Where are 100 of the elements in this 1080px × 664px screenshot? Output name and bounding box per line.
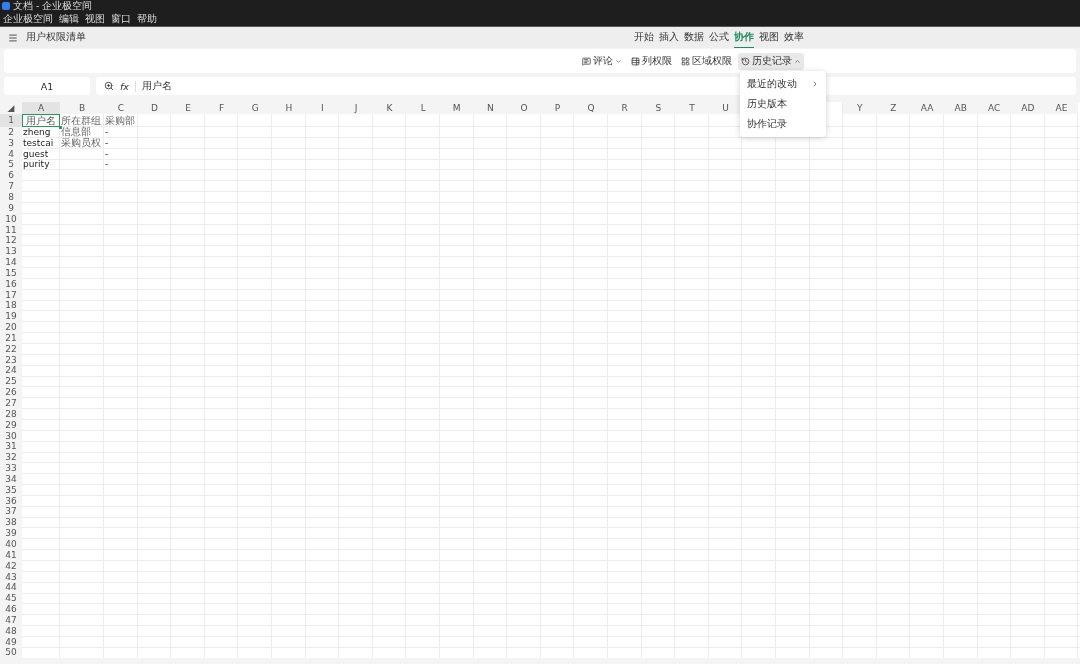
menu-item[interactable]: 视图: [85, 13, 105, 24]
column-header[interactable]: O: [507, 102, 541, 114]
column-header[interactable]: AB: [943, 102, 978, 114]
selected-cell[interactable]: 用户名: [22, 114, 60, 127]
row-header[interactable]: 46: [0, 604, 22, 615]
column-header[interactable]: F: [204, 102, 239, 114]
row-header[interactable]: 8: [0, 192, 22, 203]
column-header[interactable]: M: [439, 102, 474, 114]
column-header[interactable]: H: [271, 102, 306, 114]
row-header[interactable]: 20: [0, 322, 22, 334]
toolbar-button[interactable]: 区域权限: [678, 52, 735, 70]
row-header[interactable]: 13: [0, 246, 22, 258]
row-header[interactable]: 41: [0, 549, 22, 561]
column-header[interactable]: G: [238, 102, 272, 114]
row-header[interactable]: 35: [0, 484, 22, 496]
ribbon-tab[interactable]: 协作: [734, 27, 754, 48]
row-header[interactable]: 10: [0, 213, 22, 225]
row-header[interactable]: 22: [0, 343, 22, 355]
row-header[interactable]: 34: [0, 474, 22, 485]
row-header[interactable]: 2: [0, 127, 22, 138]
toolbar-button[interactable]: 评论: [579, 52, 625, 70]
formula-field[interactable]: 用户名: [141, 79, 172, 93]
menu-item[interactable]: 帮助: [137, 13, 157, 24]
column-header[interactable]: B: [60, 102, 104, 114]
column-header[interactable]: R: [607, 102, 642, 114]
row-header[interactable]: 3: [0, 137, 22, 149]
row-header[interactable]: 11: [0, 224, 22, 236]
cell-reference-field[interactable]: A1: [4, 77, 90, 95]
row-header[interactable]: 19: [0, 311, 22, 323]
row-header[interactable]: 45: [0, 593, 22, 605]
column-header[interactable]: I: [305, 102, 340, 114]
fill-handle[interactable]: [59, 126, 62, 129]
row-header[interactable]: 37: [0, 506, 22, 518]
row-header[interactable]: 30: [0, 430, 22, 442]
row-header[interactable]: 50: [0, 647, 22, 659]
row-header[interactable]: 1: [0, 114, 22, 127]
row-header[interactable]: 25: [0, 376, 22, 388]
function-label[interactable]: fx: [120, 80, 136, 92]
row-header[interactable]: 9: [0, 202, 22, 214]
row-header[interactable]: 39: [0, 528, 22, 540]
row-header[interactable]: 21: [0, 333, 22, 344]
row-header[interactable]: 40: [0, 539, 22, 550]
row-header[interactable]: 27: [0, 398, 22, 409]
row-header[interactable]: 36: [0, 495, 22, 507]
row-header[interactable]: 42: [0, 560, 22, 572]
row-header[interactable]: 28: [0, 408, 22, 420]
column-header[interactable]: AD: [1011, 102, 1045, 114]
zoom-icon[interactable]: [104, 81, 114, 91]
column-header[interactable]: C: [104, 102, 138, 114]
column-header[interactable]: AC: [977, 102, 1012, 114]
row-header[interactable]: 29: [0, 419, 22, 431]
row-header[interactable]: 7: [0, 181, 22, 193]
menu-item[interactable]: 编辑: [59, 13, 79, 24]
column-header[interactable]: K: [372, 102, 407, 114]
row-header[interactable]: 4: [0, 148, 22, 160]
row-header[interactable]: 16: [0, 278, 22, 290]
ribbon-tab[interactable]: 效率: [784, 27, 804, 48]
column-header[interactable]: D: [137, 102, 172, 114]
select-all-corner[interactable]: ◢: [0, 102, 22, 114]
row-header[interactable]: 14: [0, 257, 22, 268]
row-header[interactable]: 44: [0, 582, 22, 594]
menu-item[interactable]: 窗口: [111, 13, 131, 24]
column-header[interactable]: N: [473, 102, 508, 114]
row-header[interactable]: 5: [0, 159, 22, 171]
column-header[interactable]: E: [171, 102, 205, 114]
column-header[interactable]: AA: [910, 102, 944, 114]
column-header[interactable]: Y: [843, 102, 877, 114]
menu-option[interactable]: 最近的改动: [740, 74, 826, 94]
toolbar-button[interactable]: 列权限: [628, 52, 675, 70]
row-header[interactable]: 23: [0, 354, 22, 366]
ribbon-tab[interactable]: 开始: [634, 27, 654, 48]
row-header[interactable]: 31: [0, 441, 22, 453]
menu-option[interactable]: 协作记录: [740, 114, 826, 134]
column-header[interactable]: T: [675, 102, 709, 114]
menu-option[interactable]: 历史版本: [740, 94, 826, 114]
row-header[interactable]: 26: [0, 387, 22, 399]
column-header[interactable]: J: [339, 102, 373, 114]
row-header[interactable]: 18: [0, 300, 22, 312]
ribbon-tab[interactable]: 插入: [659, 27, 679, 48]
row-header[interactable]: 24: [0, 365, 22, 377]
ribbon-tab[interactable]: 视图: [759, 27, 779, 48]
row-header[interactable]: 38: [0, 517, 22, 529]
row-header[interactable]: 12: [0, 235, 22, 247]
row-header[interactable]: 15: [0, 267, 22, 279]
column-header[interactable]: P: [540, 102, 575, 114]
row-header[interactable]: 47: [0, 614, 22, 626]
toolbar-button[interactable]: 历史记录: [738, 52, 804, 70]
row-header[interactable]: 43: [0, 571, 22, 583]
menu-icon[interactable]: [8, 32, 18, 43]
column-header[interactable]: A: [22, 102, 60, 114]
column-header[interactable]: AE: [1044, 102, 1079, 114]
row-header[interactable]: 32: [0, 452, 22, 464]
row-header[interactable]: 33: [0, 463, 22, 474]
column-header[interactable]: Z: [876, 102, 911, 114]
column-header[interactable]: L: [406, 102, 440, 114]
row-header[interactable]: 48: [0, 625, 22, 637]
ribbon-tab[interactable]: 公式: [709, 27, 729, 48]
row-header[interactable]: 17: [0, 289, 22, 301]
column-header[interactable]: S: [641, 102, 676, 114]
menu-item[interactable]: 企业极空间: [3, 13, 53, 24]
